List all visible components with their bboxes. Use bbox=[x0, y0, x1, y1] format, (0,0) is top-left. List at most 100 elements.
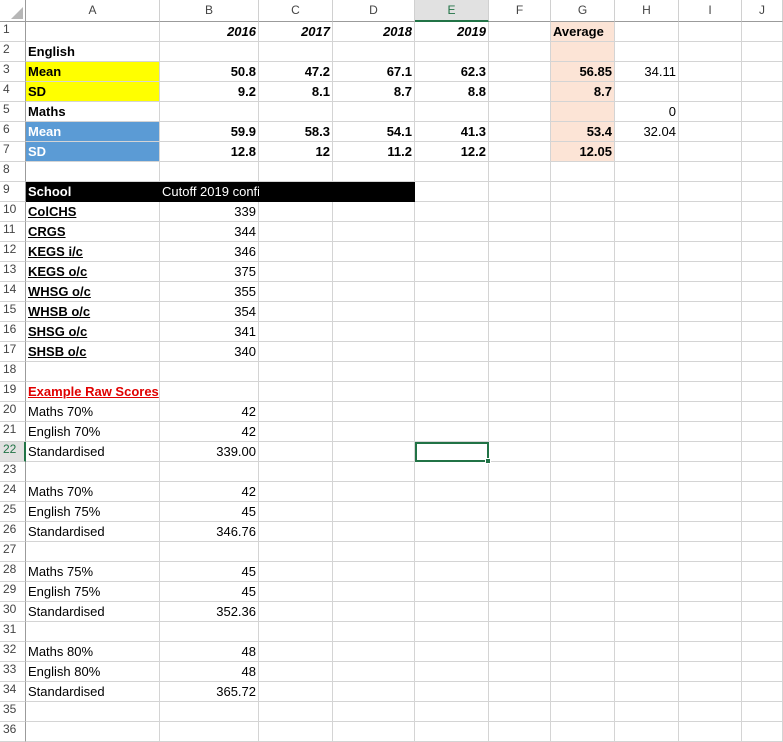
cell-g18[interactable] bbox=[551, 362, 615, 382]
cell-e22[interactable] bbox=[415, 442, 491, 464]
cell-h17[interactable] bbox=[615, 342, 679, 362]
cell-a28[interactable]: Maths 75% bbox=[26, 562, 160, 582]
cell-h27[interactable] bbox=[615, 542, 679, 562]
cell-b4[interactable]: 9.2 bbox=[160, 82, 259, 102]
cell-b34[interactable]: 365.72 bbox=[160, 682, 259, 702]
row-header-17[interactable]: 17 bbox=[0, 342, 26, 362]
row-header-28[interactable]: 28 bbox=[0, 562, 26, 582]
cell-c1[interactable]: 2017 bbox=[259, 22, 333, 42]
cell-d5[interactable] bbox=[333, 102, 415, 122]
cell-b20[interactable]: 42 bbox=[160, 402, 259, 422]
cell-f16[interactable] bbox=[489, 322, 551, 342]
row-header-11[interactable]: 11 bbox=[0, 222, 26, 242]
cell-e1[interactable]: 2019 bbox=[415, 22, 489, 42]
cell-e35[interactable] bbox=[415, 702, 489, 722]
cell-c19[interactable] bbox=[259, 382, 333, 402]
cell-g26[interactable] bbox=[551, 522, 615, 542]
cell-h34[interactable] bbox=[615, 682, 679, 702]
cell-h14[interactable] bbox=[615, 282, 679, 302]
cell-j27[interactable] bbox=[742, 542, 783, 562]
cell-i7[interactable] bbox=[679, 142, 742, 162]
cell-c31[interactable] bbox=[259, 622, 333, 642]
cell-f31[interactable] bbox=[489, 622, 551, 642]
cell-g12[interactable] bbox=[551, 242, 615, 262]
cell-i10[interactable] bbox=[679, 202, 742, 222]
cell-j24[interactable] bbox=[742, 482, 783, 502]
cell-d33[interactable] bbox=[333, 662, 415, 682]
cell-e9[interactable] bbox=[415, 182, 489, 202]
cell-h32[interactable] bbox=[615, 642, 679, 662]
cell-g27[interactable] bbox=[551, 542, 615, 562]
cell-d20[interactable] bbox=[333, 402, 415, 422]
cell-b19[interactable] bbox=[160, 382, 259, 402]
cell-f3[interactable] bbox=[489, 62, 551, 82]
row-header-3[interactable]: 3 bbox=[0, 62, 26, 82]
cell-j5[interactable] bbox=[742, 102, 783, 122]
cell-i33[interactable] bbox=[679, 662, 742, 682]
cell-d23[interactable] bbox=[333, 462, 415, 482]
cell-d25[interactable] bbox=[333, 502, 415, 522]
cell-h6[interactable]: 32.04 bbox=[615, 122, 679, 142]
cell-a22[interactable]: Standardised bbox=[26, 442, 160, 462]
cell-e7[interactable]: 12.2 bbox=[415, 142, 489, 162]
cell-b25[interactable]: 45 bbox=[160, 502, 259, 522]
cell-c27[interactable] bbox=[259, 542, 333, 562]
cell-b15[interactable]: 354 bbox=[160, 302, 259, 322]
cell-f5[interactable] bbox=[489, 102, 551, 122]
cell-c6[interactable]: 58.3 bbox=[259, 122, 333, 142]
cell-f4[interactable] bbox=[489, 82, 551, 102]
cell-d15[interactable] bbox=[333, 302, 415, 322]
cell-j28[interactable] bbox=[742, 562, 783, 582]
cell-g3[interactable]: 56.85 bbox=[551, 62, 615, 82]
cell-j14[interactable] bbox=[742, 282, 783, 302]
cell-c15[interactable] bbox=[259, 302, 333, 322]
cell-i29[interactable] bbox=[679, 582, 742, 602]
cell-h30[interactable] bbox=[615, 602, 679, 622]
cell-j4[interactable] bbox=[742, 82, 783, 102]
cell-f25[interactable] bbox=[489, 502, 551, 522]
cell-h21[interactable] bbox=[615, 422, 679, 442]
row-header-36[interactable]: 36 bbox=[0, 722, 26, 742]
row-header-12[interactable]: 12 bbox=[0, 242, 26, 262]
cell-c4[interactable]: 8.1 bbox=[259, 82, 333, 102]
cell-j25[interactable] bbox=[742, 502, 783, 522]
cell-e11[interactable] bbox=[415, 222, 489, 242]
cell-b26[interactable]: 346.76 bbox=[160, 522, 259, 542]
cell-c23[interactable] bbox=[259, 462, 333, 482]
cell-b12[interactable]: 346 bbox=[160, 242, 259, 262]
cell-d11[interactable] bbox=[333, 222, 415, 242]
row-header-5[interactable]: 5 bbox=[0, 102, 26, 122]
row-header-21[interactable]: 21 bbox=[0, 422, 26, 442]
cell-g10[interactable] bbox=[551, 202, 615, 222]
cell-g34[interactable] bbox=[551, 682, 615, 702]
row-header-10[interactable]: 10 bbox=[0, 202, 26, 222]
cell-f11[interactable] bbox=[489, 222, 551, 242]
cell-h24[interactable] bbox=[615, 482, 679, 502]
cell-i35[interactable] bbox=[679, 702, 742, 722]
cell-a6[interactable]: Mean bbox=[26, 122, 160, 142]
cell-i34[interactable] bbox=[679, 682, 742, 702]
row-header-18[interactable]: 18 bbox=[0, 362, 26, 382]
cell-h26[interactable] bbox=[615, 522, 679, 542]
cell-c24[interactable] bbox=[259, 482, 333, 502]
cell-c36[interactable] bbox=[259, 722, 333, 742]
row-header-31[interactable]: 31 bbox=[0, 622, 26, 642]
cell-h20[interactable] bbox=[615, 402, 679, 422]
cell-i26[interactable] bbox=[679, 522, 742, 542]
cell-b17[interactable]: 340 bbox=[160, 342, 259, 362]
cell-i22[interactable] bbox=[679, 442, 742, 462]
cell-d3[interactable]: 67.1 bbox=[333, 62, 415, 82]
cell-i1[interactable] bbox=[679, 22, 742, 42]
cell-d9[interactable] bbox=[333, 182, 415, 202]
cell-i17[interactable] bbox=[679, 342, 742, 362]
cell-g29[interactable] bbox=[551, 582, 615, 602]
cell-f19[interactable] bbox=[489, 382, 551, 402]
cell-a15[interactable]: WHSB o/c bbox=[26, 302, 160, 322]
cell-g17[interactable] bbox=[551, 342, 615, 362]
cell-c12[interactable] bbox=[259, 242, 333, 262]
row-header-20[interactable]: 20 bbox=[0, 402, 26, 422]
cell-b22[interactable]: 339.00 bbox=[160, 442, 259, 462]
cell-f9[interactable] bbox=[489, 182, 551, 202]
cell-b18[interactable] bbox=[160, 362, 259, 382]
cell-j10[interactable] bbox=[742, 202, 783, 222]
